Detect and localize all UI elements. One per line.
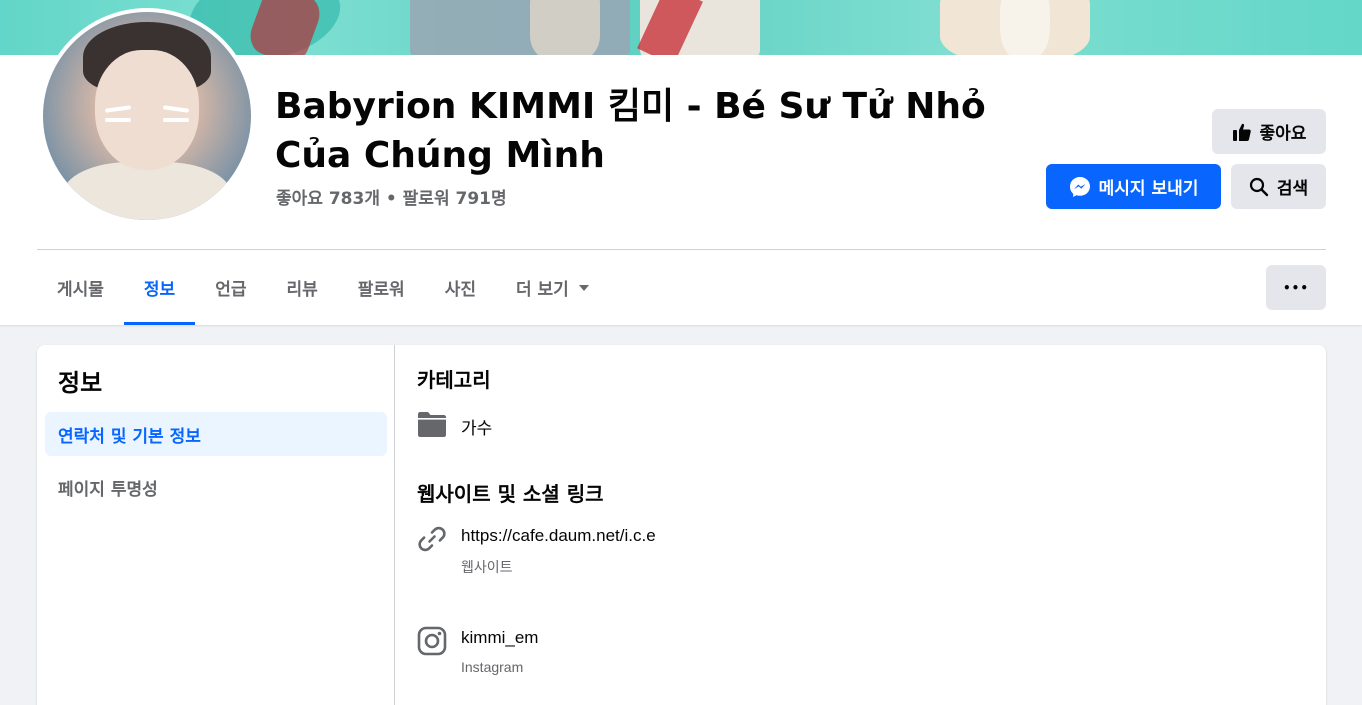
tab-label: 언급 [215, 280, 247, 300]
page-header: Babyrion KIMMI 킴미 - Bé Sư Tử Nhỏ Của Chú… [0, 0, 1362, 325]
tab-about[interactable]: 정보 [123, 250, 196, 325]
sidebar-item-label: 연락처 및 기본 정보 [58, 426, 201, 447]
about-card: 정보 연락처 및 기본 정보 페이지 투명성 카테고리 가수 웹사이트 및 소셜… [37, 345, 1326, 705]
category-heading: 카테고리 [417, 368, 491, 392]
tab-label: 더 보기 [515, 280, 569, 300]
profile-avatar[interactable] [39, 8, 255, 224]
search-button-label: 검색 [1276, 179, 1309, 199]
send-message-button[interactable]: 메시지 보내기 [1046, 164, 1221, 209]
instagram-handle[interactable]: kimmi_em [461, 628, 538, 648]
website-label: 웹사이트 [461, 559, 513, 575]
more-options-button[interactable]: ••• [1266, 265, 1326, 310]
page-title: Babyrion KIMMI 킴미 - Bé Sư Tử Nhỏ Của Chú… [275, 86, 986, 176]
instagram-label: Instagram [461, 659, 524, 675]
tab-label: 리뷰 [286, 280, 318, 300]
send-message-label: 메시지 보내기 [1098, 179, 1199, 199]
like-button[interactable]: 좋아요 [1212, 109, 1326, 154]
category-value[interactable]: 가수 [461, 414, 492, 439]
sidebar-item-page-transparency[interactable]: 페이지 투명성 [45, 465, 387, 509]
sidebar-title: 정보 [58, 369, 103, 397]
folder-icon [418, 412, 446, 437]
search-button[interactable]: 검색 [1231, 164, 1326, 209]
tab-more[interactable]: 더 보기 [496, 250, 609, 325]
links-heading: 웹사이트 및 소셜 링크 [417, 482, 604, 506]
search-icon [1249, 177, 1269, 196]
instagram-icon [417, 626, 447, 656]
tab-label: 게시물 [57, 280, 104, 300]
tab-reviews[interactable]: 리뷰 [266, 250, 337, 325]
tab-label: 사진 [444, 280, 476, 300]
tab-photos[interactable]: 사진 [425, 250, 496, 325]
thumbs-up-icon [1232, 123, 1251, 141]
sidebar-item-label: 페이지 투명성 [58, 479, 158, 500]
sidebar-item-contact-basic-info[interactable]: 연락처 및 기본 정보 [45, 412, 387, 456]
page-stats[interactable]: 좋아요 783개 • 팔로워 791명 [276, 184, 507, 209]
caret-down-icon [578, 284, 589, 291]
link-icon [418, 526, 446, 552]
more-options-icon: ••• [1282, 280, 1309, 295]
tab-mentions[interactable]: 언급 [195, 250, 266, 325]
tab-followers[interactable]: 팔로워 [338, 250, 425, 325]
about-sidebar: 정보 연락처 및 기본 정보 페이지 투명성 [37, 345, 395, 705]
messenger-icon [1069, 176, 1090, 197]
website-link[interactable]: https://cafe.daum.net/i.c.e [461, 526, 656, 546]
page-tabs: 게시물 정보 언급 리뷰 팔로워 사진 더 보기 [37, 250, 609, 325]
tab-label: 팔로워 [357, 280, 405, 300]
tab-label: 정보 [143, 280, 176, 300]
like-button-label: 좋아요 [1259, 124, 1307, 144]
tab-posts[interactable]: 게시물 [37, 250, 124, 325]
